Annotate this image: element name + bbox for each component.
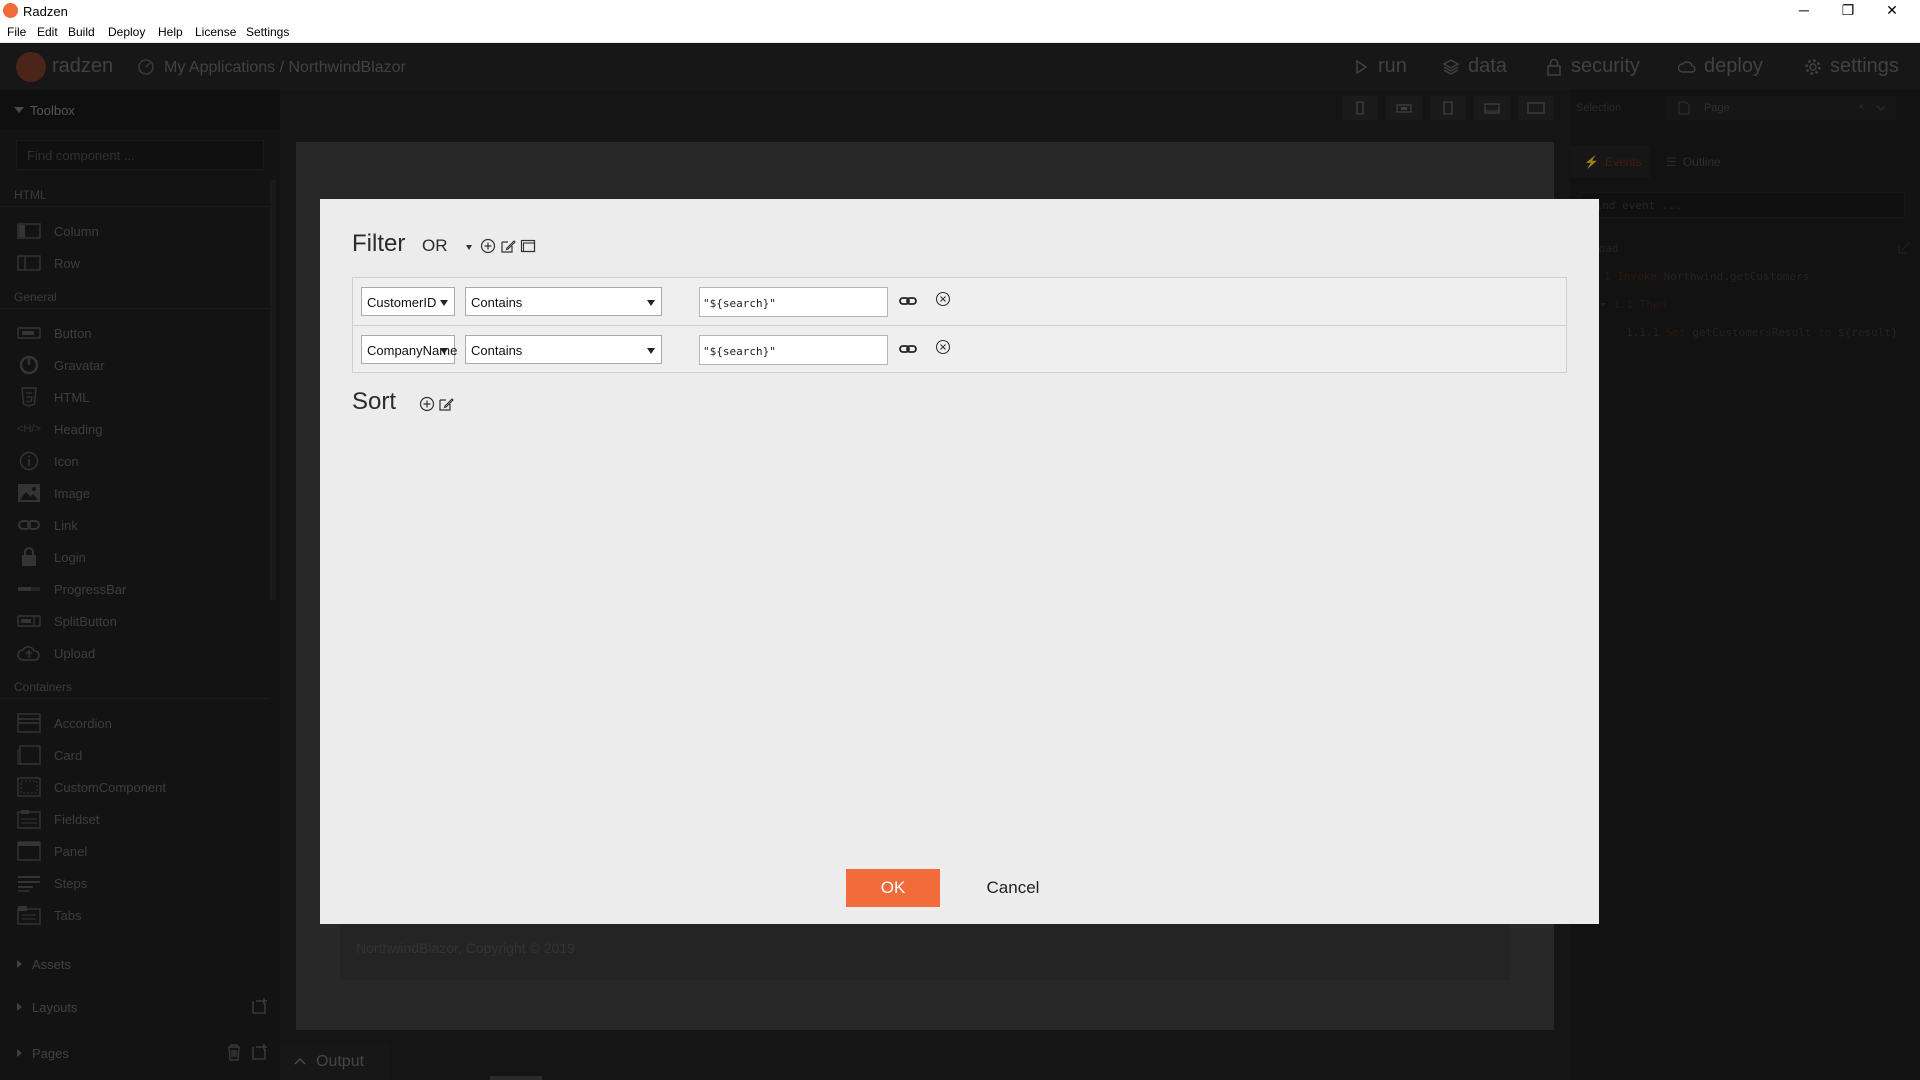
link-icon[interactable] [899,294,917,308]
group-icon[interactable] [520,238,536,254]
dropdown-arrow-icon [647,300,655,306]
sort-heading: Sort [352,388,397,415]
menu-edit[interactable]: Edit [37,25,58,39]
menu-bar: File Edit Build Deploy Help License Sett… [0,22,1920,43]
menu-settings[interactable]: Settings [246,25,289,39]
filter-row: CustomerID Contains "${search}" [353,278,1566,326]
filter-operator-value: Contains [471,295,523,310]
edit-icon[interactable] [438,396,454,412]
filter-field-value: CustomerID [367,295,437,310]
filter-operator-value: Contains [471,343,523,358]
filter-field-select[interactable]: CompanyName [361,335,457,364]
link-icon[interactable] [899,342,917,356]
radzen-app-icon [3,3,18,18]
dropdown-arrow-icon [440,300,448,306]
remove-circle-icon[interactable] [935,291,951,307]
menu-file[interactable]: File [7,25,26,39]
filter-row: CompanyName Contains "${search}" [353,326,1566,374]
restore-button[interactable]: ❐ [1826,0,1870,22]
filter-operator-select[interactable]: Contains [465,287,662,316]
cancel-button[interactable]: Cancel [966,869,1060,907]
filter-value-input[interactable]: "${search}" [699,287,888,317]
filter-operator-select[interactable]: Contains [465,335,662,364]
menu-deploy[interactable]: Deploy [108,25,145,39]
dropdown-arrow-icon [647,348,655,354]
filter-logic-dropdown[interactable]: OR [422,236,448,256]
menu-license[interactable]: License [195,25,236,39]
menu-build[interactable]: Build [68,25,95,39]
filter-rows: CustomerID Contains "${search}" CompanyN… [352,277,1567,373]
filter-value-input[interactable]: "${search}" [699,335,888,365]
filter-sort-dialog: Filter OR CustomerID Contains "${search}… [320,199,1599,924]
minimize-button[interactable]: ─ [1782,0,1826,22]
caret-down-icon[interactable] [466,245,472,250]
remove-circle-icon[interactable] [935,339,951,355]
dropdown-arrow-icon [440,348,448,354]
window-titlebar: Radzen ─ ❐ ✕ [0,0,1920,22]
filter-field-select[interactable]: CustomerID [361,287,455,316]
menu-help[interactable]: Help [158,25,183,39]
add-circle-icon[interactable] [419,396,435,412]
window-title: Radzen [23,4,68,19]
edit-icon[interactable] [500,238,516,254]
filter-heading: Filter [352,230,406,257]
close-window-button[interactable]: ✕ [1870,0,1914,22]
ok-button[interactable]: OK [846,869,940,907]
add-circle-icon[interactable] [480,238,496,254]
